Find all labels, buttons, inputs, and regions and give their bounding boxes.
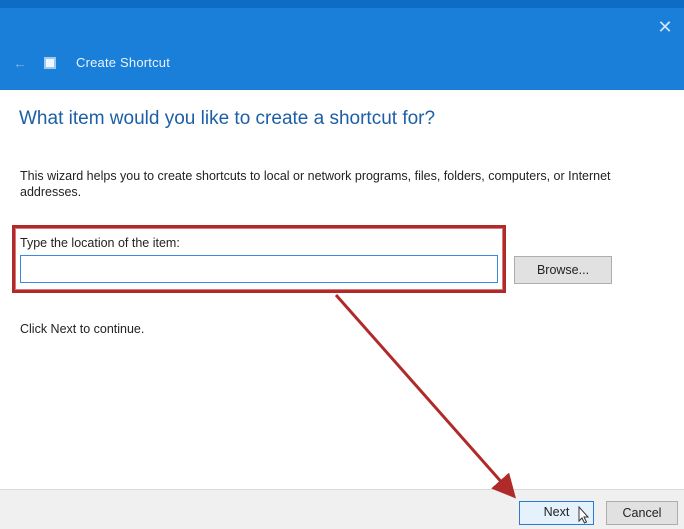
title-bar: ✕ ← Create Shortcut	[0, 0, 684, 90]
continue-instruction: Click Next to continue.	[20, 322, 145, 336]
title-bar-top-edge	[0, 0, 684, 8]
create-shortcut-window: ✕ ← Create Shortcut What item would you …	[0, 0, 684, 529]
window-title: Create Shortcut	[76, 55, 171, 70]
mouse-pointer-icon	[578, 506, 590, 524]
close-icon[interactable]: ✕	[656, 18, 674, 36]
browse-button[interactable]: Browse...	[514, 256, 612, 284]
wizard-description: This wizard helps you to create shortcut…	[20, 169, 611, 199]
annotation-highlight-box	[12, 225, 506, 293]
page-heading: What item would you like to create a sho…	[19, 108, 436, 129]
back-arrow-icon[interactable]: ←	[13, 56, 27, 70]
cancel-button[interactable]: Cancel	[606, 501, 678, 525]
shortcut-app-icon	[44, 57, 56, 69]
